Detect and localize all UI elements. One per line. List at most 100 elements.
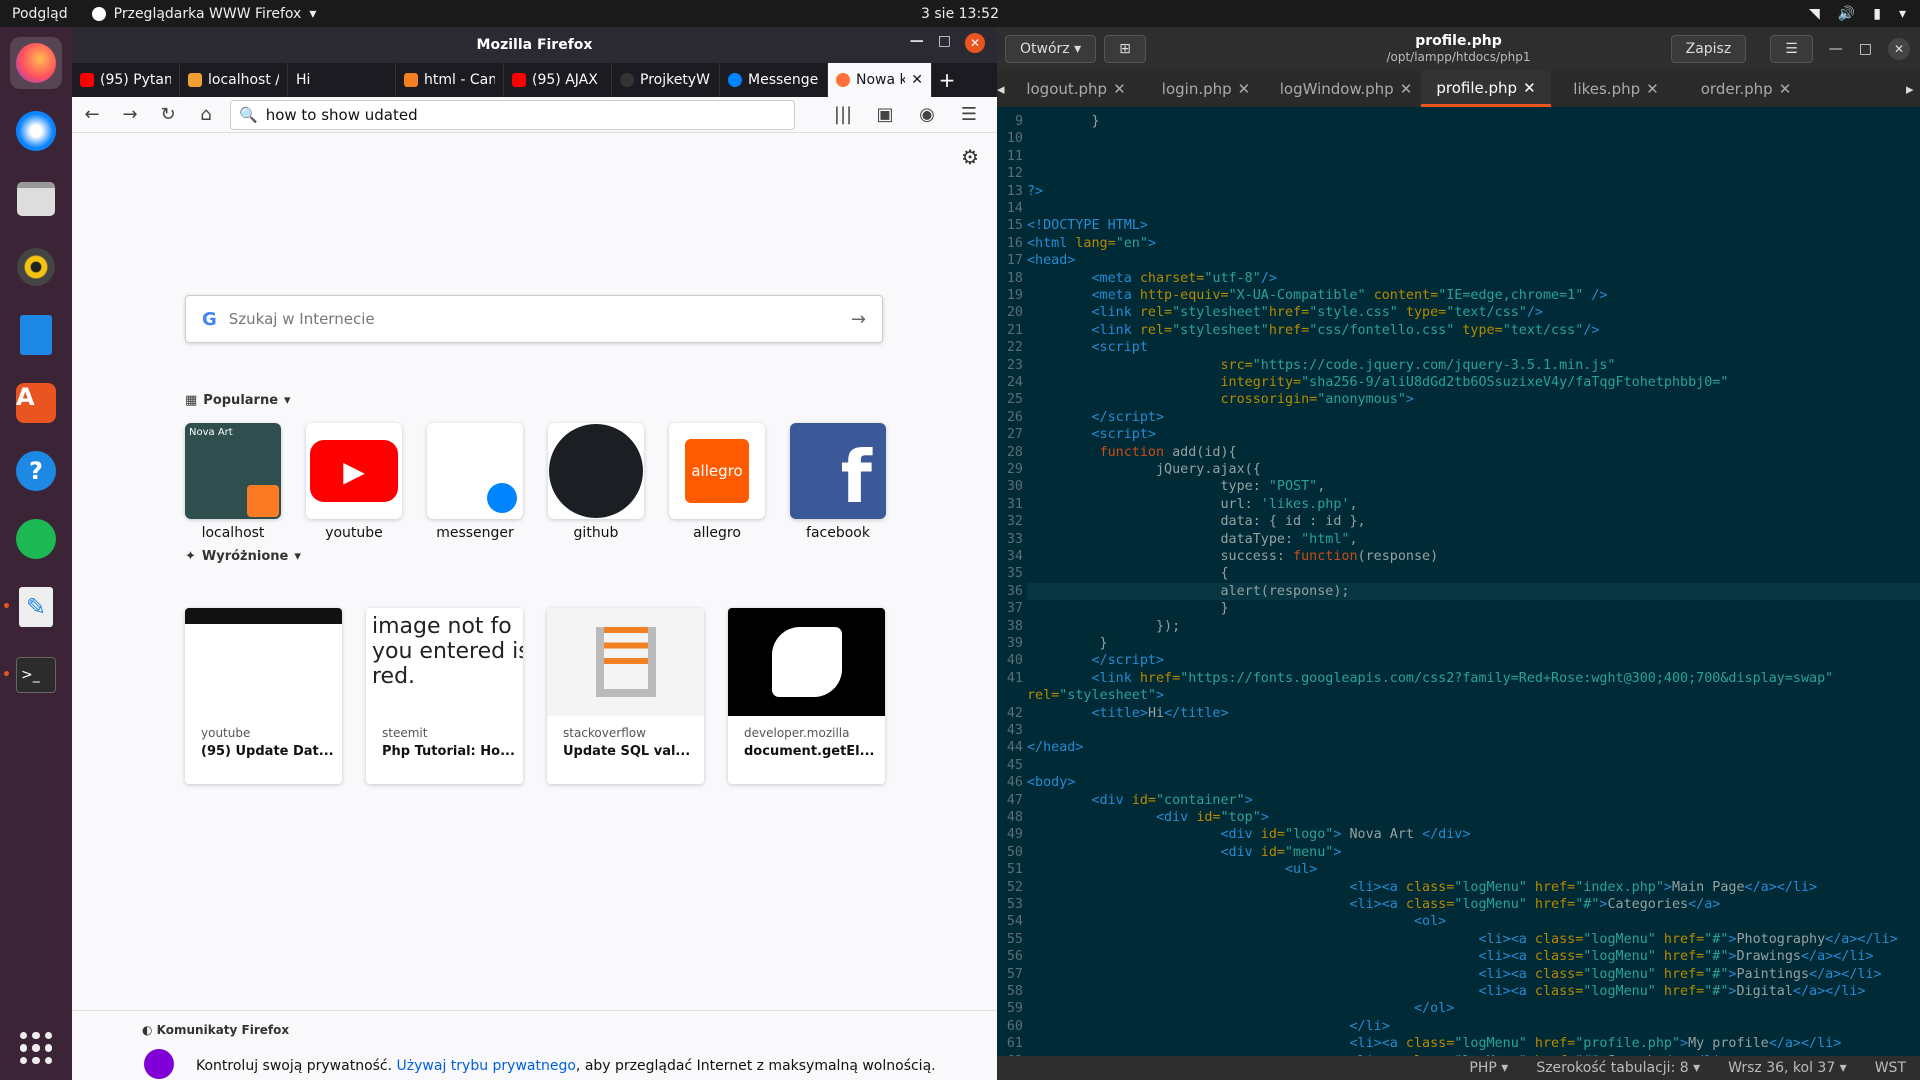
tab[interactable]: Messenge (720, 63, 828, 97)
account-icon[interactable]: ◉ (913, 104, 941, 125)
code-line[interactable]: jQuery.ajax({ (1027, 461, 1261, 478)
private-mode-link[interactable]: Używaj trybu prywatnego (397, 1058, 576, 1074)
close-icon[interactable]: ✕ (1238, 80, 1251, 98)
code-line[interactable]: <li><a class="logMenu" href="#">Drawings… (1027, 948, 1873, 965)
code-line[interactable]: <!DOCTYPE HTML> (1027, 217, 1148, 234)
dock-writer[interactable] (10, 309, 62, 361)
code-line[interactable]: <li><a class="logMenu" href="index.php">… (1027, 879, 1817, 896)
activities-button[interactable]: Podgląd (0, 6, 80, 22)
code-line[interactable]: dataType: "html", (1027, 531, 1357, 548)
tab[interactable]: (95) AJAX (504, 63, 612, 97)
code-line[interactable]: <html lang="en"> (1027, 235, 1156, 252)
show-apps-button[interactable] (20, 1032, 52, 1064)
code-line[interactable]: integrity="sha256-9/aliU8dGd2tb6OSsuzixe… (1027, 374, 1728, 391)
scroll-left-icon[interactable]: ◂ (997, 71, 1011, 107)
url-input[interactable]: how to show udated (266, 106, 418, 124)
code-line[interactable]: url: 'likes.php', (1027, 496, 1357, 513)
code-line[interactable]: <link rel="stylesheet"href="style.css" t… (1027, 304, 1544, 321)
arrow-right-icon[interactable]: → (851, 309, 866, 330)
dock-rhythmbox[interactable] (10, 241, 62, 293)
maximize-button[interactable]: □ (1859, 41, 1872, 57)
code-line[interactable]: } (1027, 113, 1099, 130)
editor-tab[interactable]: order.php ✕ (1681, 71, 1811, 107)
tab-active[interactable]: Nowa k ✕ (828, 63, 932, 97)
code-line[interactable]: <div id="container"> (1027, 792, 1253, 809)
dock-help[interactable]: ? (10, 445, 62, 497)
highlight-card[interactable]: youtube (95) Update Dat... (185, 608, 342, 784)
close-icon[interactable]: ✕ (1523, 79, 1536, 97)
dock-files[interactable] (10, 173, 62, 225)
editor-tab[interactable]: logout.php ✕ (1011, 71, 1141, 107)
code-line[interactable]: type: "POST", (1027, 478, 1325, 495)
code-line[interactable]: <meta charset="utf-8"/> (1027, 270, 1277, 287)
code-line[interactable]: src="https://code.jquery.com/jquery-3.5.… (1027, 357, 1615, 374)
forward-button[interactable]: → (116, 104, 144, 125)
minimize-button[interactable]: — (1829, 41, 1843, 57)
top-site[interactable]: ▶ youtube (306, 423, 402, 541)
back-button[interactable]: ← (78, 104, 106, 125)
menu-icon[interactable]: ☰ (1770, 35, 1813, 63)
code-line[interactable]: <li><a class="logMenu" href="profile.php… (1027, 1035, 1841, 1052)
save-button[interactable]: Zapisz (1670, 35, 1747, 63)
code-line[interactable]: <div id="logo"> Nova Art </div> (1027, 826, 1470, 843)
code-line[interactable]: <body> (1027, 774, 1075, 791)
code-line[interactable]: function add(id){ (1027, 444, 1237, 461)
editor-tab-active[interactable]: profile.php ✕ (1421, 71, 1551, 107)
editor-header[interactable]: Otwórz ▾ ⊞ profile.php /opt/lampp/htdocs… (997, 27, 1920, 71)
code-line[interactable]: <li><a class="logMenu" href="#">Painting… (1027, 966, 1881, 983)
open-button[interactable]: Otwórz ▾ (1005, 35, 1097, 63)
code-line[interactable]: <script (1027, 339, 1148, 356)
system-tray[interactable]: ◥ 🔊 ▮ ▾ (1809, 6, 1906, 22)
minimize-button[interactable]: — (910, 33, 924, 53)
top-site[interactable]: messenger (427, 423, 523, 541)
cursor-position[interactable]: Wrsz 36, kol 37 ▾ (1728, 1060, 1847, 1076)
code-line[interactable]: <head> (1027, 252, 1075, 269)
code-line[interactable]: <div id="top"> (1027, 809, 1269, 826)
tab[interactable]: Hi (288, 63, 396, 97)
dock-firefox[interactable] (10, 37, 62, 89)
close-icon[interactable]: ✕ (1779, 80, 1792, 98)
search-input[interactable]: Szukaj w Internecie (229, 310, 375, 328)
tab[interactable]: localhost / (180, 63, 288, 97)
language-selector[interactable]: PHP ▾ (1469, 1060, 1508, 1076)
code-line[interactable]: <meta http-equiv="X-UA-Compatible" conte… (1027, 287, 1608, 304)
code-line[interactable]: <ul> (1027, 861, 1317, 878)
gear-icon[interactable]: ⚙ (961, 145, 979, 169)
scroll-right-icon[interactable]: ▸ (1906, 71, 1920, 107)
top-site[interactable]: Nova Art localhost (185, 423, 281, 541)
close-button[interactable]: ✕ (965, 33, 985, 53)
highlight-card[interactable]: image not fo you entered is inv red. ste… (366, 608, 523, 784)
sidebar-icon[interactable]: ▣ (871, 104, 899, 125)
top-site[interactable]: github (548, 423, 644, 541)
code-line[interactable]: </script> (1027, 409, 1165, 426)
dock-thunderbird[interactable] (10, 105, 62, 157)
app-menu[interactable]: Przeglądarka WWW Firefox ▾ (80, 6, 329, 22)
code-line[interactable]: <li><a class="logMenu" href="#">Categori… (1027, 896, 1720, 913)
close-icon[interactable]: ✕ (1646, 80, 1659, 98)
home-button[interactable]: ⌂ (192, 104, 220, 125)
code-line[interactable]: <link href="https://fonts.googleapis.com… (1027, 670, 1834, 687)
code-area[interactable]: 9 } 10 11 12 13 ?> 14 15 <!DOCTYPE HTML> 16 <html … (997, 107, 1920, 1065)
code-line[interactable]: success: function(response) (1027, 548, 1438, 565)
new-tab-button[interactable]: + (932, 63, 962, 97)
tab[interactable]: ProjketyW (612, 63, 720, 97)
library-icon[interactable]: ||| (829, 104, 857, 125)
code-line-current[interactable]: alert(response); (1027, 582, 1920, 600)
top-site[interactable]: f facebook (790, 423, 886, 541)
reload-button[interactable]: ↻ (154, 104, 182, 125)
dock-software[interactable]: A (10, 377, 62, 429)
close-icon[interactable]: ✕ (1400, 80, 1413, 98)
editor-tab[interactable]: login.php ✕ (1141, 71, 1271, 107)
code-line[interactable]: </li> (1027, 1018, 1389, 1035)
code-line[interactable]: <title>Hi</title> (1027, 705, 1229, 722)
dock-terminal[interactable]: >_ (4, 649, 62, 701)
code-line[interactable]: } (1027, 600, 1228, 617)
top-site[interactable]: allegro allegro (669, 423, 765, 541)
tab[interactable]: html - Can (396, 63, 504, 97)
editor-tab[interactable]: likes.php ✕ (1551, 71, 1681, 107)
url-bar[interactable]: 🔍 how to show udated (230, 99, 795, 130)
code-line[interactable]: ?> (1027, 183, 1043, 200)
code-line[interactable]: } (1027, 635, 1108, 652)
dock-editor[interactable]: ✎ (4, 581, 62, 633)
menu-icon[interactable]: ☰ (955, 104, 983, 125)
